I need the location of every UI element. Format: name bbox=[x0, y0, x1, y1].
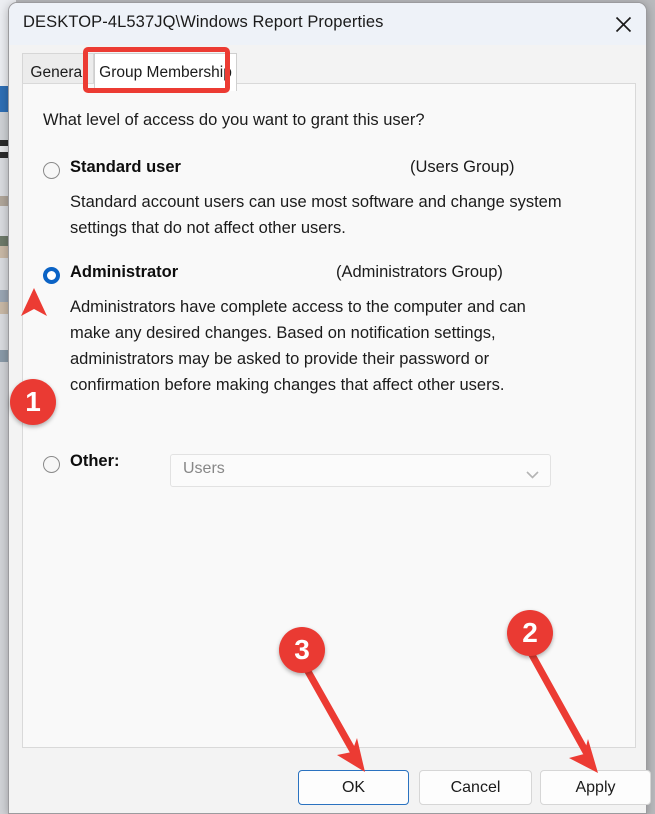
option-other: Other: Users bbox=[23, 452, 635, 487]
tab-group-membership[interactable]: Group Membership bbox=[94, 53, 237, 91]
ok-button[interactable]: OK bbox=[298, 770, 409, 805]
standard-user-radio[interactable] bbox=[43, 162, 60, 179]
prompt-text: What level of access do you want to gran… bbox=[43, 111, 425, 129]
window-title: DESKTOP-4L537JQ\Windows Report Propertie… bbox=[23, 13, 384, 31]
standard-user-row: Standard user (Users Group) bbox=[23, 158, 635, 184]
title-bar: DESKTOP-4L537JQ\Windows Report Propertie… bbox=[9, 3, 646, 45]
chevron-down-icon bbox=[526, 466, 539, 484]
administrator-row: Administrator (Administrators Group) bbox=[23, 263, 635, 289]
administrator-description: Administrators have complete access to t… bbox=[70, 298, 526, 394]
standard-user-label[interactable]: Standard user bbox=[70, 158, 181, 177]
close-icon[interactable] bbox=[600, 3, 646, 45]
standard-user-group-label: (Users Group) bbox=[410, 158, 515, 176]
other-row: Other: Users bbox=[23, 452, 635, 487]
other-label[interactable]: Other: bbox=[70, 452, 120, 471]
other-group-dropdown-value: Users bbox=[183, 460, 225, 477]
administrator-radio[interactable] bbox=[43, 267, 60, 284]
option-standard-user: Standard user (Users Group) Standard acc… bbox=[23, 158, 635, 237]
other-radio[interactable] bbox=[43, 456, 60, 473]
annotation-marker-2: 2 bbox=[507, 610, 553, 656]
administrator-group-label: (Administrators Group) bbox=[336, 263, 503, 281]
option-administrator: Administrator (Administrators Group) Adm… bbox=[23, 263, 635, 394]
apply-button[interactable]: Apply bbox=[540, 770, 651, 805]
annotation-marker-1: 1 bbox=[10, 379, 56, 425]
standard-user-description: Standard account users can use most soft… bbox=[70, 193, 562, 237]
administrator-label[interactable]: Administrator bbox=[70, 263, 178, 282]
cancel-button[interactable]: Cancel bbox=[419, 770, 532, 805]
annotation-marker-3: 3 bbox=[279, 627, 325, 673]
other-group-dropdown[interactable]: Users bbox=[170, 454, 551, 487]
properties-dialog: DESKTOP-4L537JQ\Windows Report Propertie… bbox=[8, 2, 651, 814]
